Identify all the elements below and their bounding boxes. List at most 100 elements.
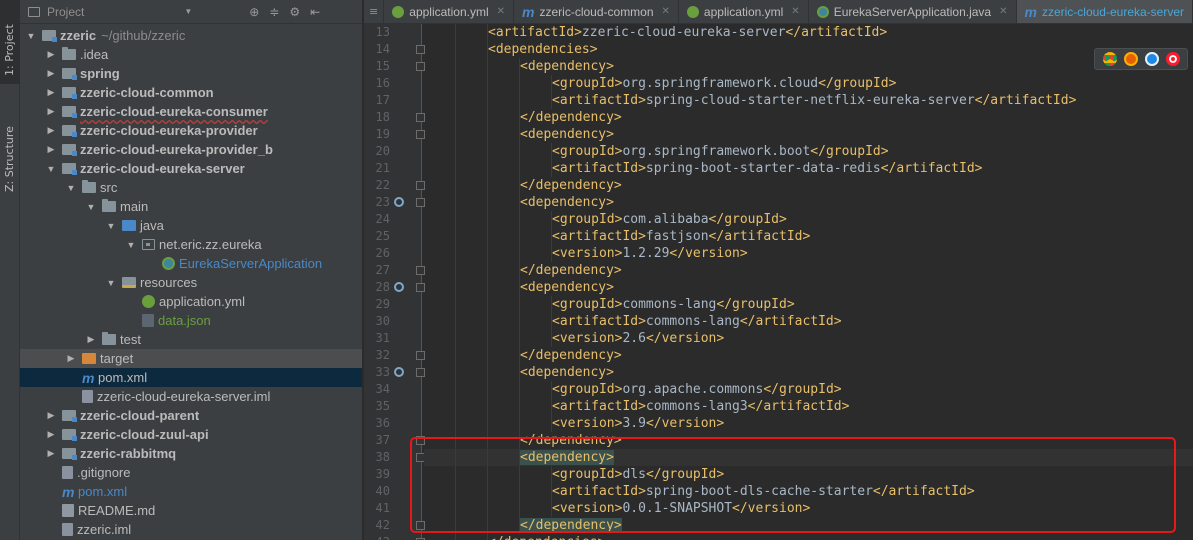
tree-item[interactable]: ▶zzeric.iml bbox=[20, 520, 362, 539]
xml-tag: <dependency> bbox=[520, 127, 614, 142]
dependency-gutter-icon[interactable] bbox=[394, 367, 404, 377]
maven-icon: m bbox=[522, 3, 535, 20]
expand-arrow-right-icon[interactable]: ▶ bbox=[46, 125, 56, 136]
xml-tag: <version> bbox=[552, 416, 623, 431]
firefox-icon[interactable] bbox=[1123, 52, 1138, 66]
tree-item[interactable]: ▶mpom.xml bbox=[20, 482, 362, 501]
expand-arrow-down-icon[interactable]: ▼ bbox=[46, 164, 56, 174]
expand-arrow-right-icon[interactable]: ▶ bbox=[86, 334, 96, 345]
chrome-icon[interactable] bbox=[1102, 52, 1117, 66]
hide-panel-icon[interactable]: ⇤ bbox=[310, 5, 320, 19]
close-icon[interactable]: ✕ bbox=[497, 6, 505, 17]
code-line: <dependency> bbox=[424, 364, 1193, 381]
tree-item-label: pom.xml bbox=[78, 484, 128, 499]
locate-file-icon[interactable]: ⊕ bbox=[249, 5, 259, 19]
expand-arrow-right-icon[interactable]: ▶ bbox=[46, 87, 56, 98]
xml-tag: <groupId> bbox=[552, 467, 623, 482]
tree-item[interactable]: ▶EurekaServerApplication bbox=[20, 254, 362, 273]
line-number: 14 bbox=[375, 42, 390, 56]
tree-item[interactable]: ▶application.yml bbox=[20, 292, 362, 311]
tree-item[interactable]: ▶ zzeric-cloud-parent bbox=[20, 406, 362, 425]
tree-item-label: zzeric-rabbitmq bbox=[80, 446, 177, 461]
tree-item-label: zzeric-cloud-eureka-provider_b bbox=[80, 142, 273, 157]
json-file-icon bbox=[142, 314, 154, 327]
expand-arrow-right-icon[interactable]: ▶ bbox=[46, 49, 56, 60]
tree-item[interactable]: ▶README.md bbox=[20, 501, 362, 520]
expand-arrow-down-icon[interactable]: ▼ bbox=[86, 202, 96, 212]
tree-item[interactable]: ▶.gitignore bbox=[20, 463, 362, 482]
expand-arrow-down-icon[interactable]: ▼ bbox=[26, 31, 36, 41]
code-line: <dependencies> bbox=[424, 41, 1193, 58]
chevron-down-icon[interactable]: ▼ bbox=[184, 7, 192, 16]
expand-arrow-right-icon[interactable]: ▶ bbox=[66, 353, 76, 364]
tree-item[interactable]: ▶ spring bbox=[20, 64, 362, 83]
xml-text: zzeric-cloud-eureka-server bbox=[581, 25, 786, 40]
opera-icon[interactable] bbox=[1165, 52, 1180, 66]
editor-tab[interactable]: EurekaServerApplication.java ✕ bbox=[809, 0, 1017, 23]
tree-item[interactable]: ▶ zzeric-rabbitmq bbox=[20, 444, 362, 463]
close-icon[interactable]: ✕ bbox=[791, 6, 799, 17]
tree-item[interactable]: ▶ test bbox=[20, 330, 362, 349]
line-number: 13 bbox=[375, 25, 390, 39]
tree-item[interactable]: ▶zzeric-cloud-eureka-server.iml bbox=[20, 387, 362, 406]
collapse-all-icon[interactable]: ≑ bbox=[269, 5, 279, 19]
code-line: <artifactId>fastjson</artifactId> bbox=[424, 228, 1193, 245]
editor-tab[interactable]: m zzeric-cloud-common ✕ bbox=[514, 0, 679, 23]
expand-arrow-down-icon[interactable]: ▼ bbox=[106, 278, 116, 288]
tree-item[interactable]: ▼ main bbox=[20, 197, 362, 216]
folder-icon bbox=[62, 47, 76, 60]
text-file-icon bbox=[62, 466, 73, 479]
line-number: 18 bbox=[375, 110, 390, 124]
tool-window-strip: 1: Project Z: Structure bbox=[0, 0, 20, 540]
gear-icon[interactable]: ⚙ bbox=[289, 5, 300, 19]
expand-arrow-right-icon[interactable]: ▶ bbox=[46, 68, 56, 79]
editor-tab[interactable]: m zzeric-cloud-eureka-server bbox=[1016, 0, 1193, 23]
tree-item[interactable]: ▼ java bbox=[20, 216, 362, 235]
tree-item-label: application.yml bbox=[159, 294, 245, 309]
tree-item-label: .gitignore bbox=[77, 465, 131, 480]
tab-overflow-icon[interactable]: ≡ bbox=[364, 0, 385, 23]
tree-item[interactable]: ▶ zzeric-cloud-eureka-provider bbox=[20, 121, 362, 140]
tree-item[interactable]: ▶ .idea bbox=[20, 45, 362, 64]
close-icon[interactable]: ✕ bbox=[999, 6, 1007, 17]
tree-item[interactable]: ▶mpom.xml bbox=[20, 368, 362, 387]
xml-tag: <artifactId> bbox=[488, 25, 582, 40]
tree-item[interactable]: ▶ zzeric-cloud-zuul-api bbox=[20, 425, 362, 444]
tree-item[interactable]: ▼ resources bbox=[20, 273, 362, 292]
tree-item[interactable]: ▶data.json bbox=[20, 311, 362, 330]
tree-item[interactable]: ▶ target bbox=[20, 349, 362, 368]
expand-arrow-down-icon[interactable]: ▼ bbox=[106, 221, 116, 231]
tree-item-label: README.md bbox=[78, 503, 156, 518]
project-panel-header: Project ▼ ⊕ ≑ ⚙ ⇤ bbox=[20, 0, 362, 24]
expand-arrow-right-icon[interactable]: ▶ bbox=[46, 106, 56, 117]
expand-arrow-right-icon[interactable]: ▶ bbox=[46, 448, 56, 459]
line-number: 33 bbox=[375, 365, 390, 379]
tree-item[interactable]: ▶ zzeric-cloud-eureka-provider_b bbox=[20, 140, 362, 159]
tree-item[interactable]: ▶ zzeric-cloud-eureka-consumer bbox=[20, 102, 362, 121]
xml-tag: </artifactId> bbox=[739, 314, 842, 329]
project-panel-title[interactable]: Project bbox=[47, 5, 84, 19]
tree-item[interactable]: ▼ net.eric.zz.eureka bbox=[20, 235, 362, 254]
expand-arrow-right-icon[interactable]: ▶ bbox=[46, 410, 56, 421]
code-line: <version>1.2.29</version> bbox=[424, 245, 1193, 262]
line-number: 22 bbox=[375, 178, 390, 192]
expand-arrow-right-icon[interactable]: ▶ bbox=[46, 144, 56, 155]
tree-item[interactable]: ▼ zzeric-cloud-eureka-server bbox=[20, 159, 362, 178]
module-folder-icon bbox=[62, 144, 77, 156]
tree-item[interactable]: ▼ src bbox=[20, 178, 362, 197]
project-tool-tab[interactable]: 1: Project bbox=[0, 0, 20, 84]
editor-tab[interactable]: application.yml ✕ bbox=[679, 0, 809, 23]
line-number: 37 bbox=[375, 433, 390, 447]
expand-arrow-down-icon[interactable]: ▼ bbox=[126, 240, 136, 250]
tree-item[interactable]: ▼ zzeric ~/github/zzeric bbox=[20, 26, 362, 45]
tree-item[interactable]: ▶ zzeric-cloud-common bbox=[20, 83, 362, 102]
dependency-gutter-icon[interactable] bbox=[394, 197, 404, 207]
close-icon[interactable]: ✕ bbox=[662, 6, 670, 17]
safari-icon[interactable] bbox=[1144, 52, 1159, 66]
structure-tool-tab[interactable]: Z: Structure bbox=[0, 90, 20, 200]
expand-arrow-right-icon[interactable]: ▶ bbox=[46, 429, 56, 440]
code-view[interactable]: <artifactId>zzeric-cloud-eureka-server </… bbox=[424, 24, 1193, 540]
dependency-gutter-icon[interactable] bbox=[394, 282, 404, 292]
expand-arrow-down-icon[interactable]: ▼ bbox=[66, 183, 76, 193]
editor-tab[interactable]: application.yml ✕ bbox=[384, 0, 515, 23]
